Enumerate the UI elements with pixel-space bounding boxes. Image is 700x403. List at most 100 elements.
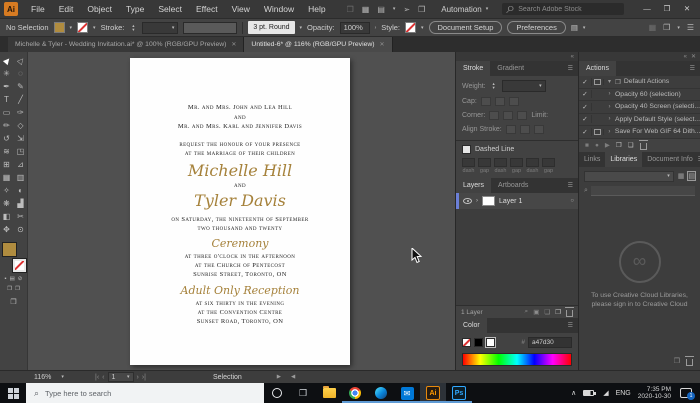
zoom-tool[interactable]: ⊙ (14, 223, 28, 236)
new-set-icon[interactable]: ❐ (616, 141, 622, 149)
illustrator-taskbar-button[interactable]: Ai (420, 383, 446, 403)
stock-icon[interactable]: ❒ (347, 5, 354, 14)
battery-icon[interactable] (583, 390, 597, 396)
invitation-reception-line1[interactable]: at six thirty in the evening (130, 300, 350, 308)
close-button[interactable]: ✕ (678, 1, 696, 17)
type-tool[interactable]: T (0, 93, 14, 106)
start-button[interactable] (0, 383, 26, 403)
white-swatch[interactable] (485, 337, 496, 348)
stepper-down-icon[interactable]: ▾ (492, 85, 494, 90)
delete-layer-icon[interactable] (565, 307, 574, 317)
action-row-apply-default-style[interactable]: ✓ › Apply Default Style (select... (579, 114, 700, 126)
menu-file[interactable]: File (24, 0, 52, 18)
list-view-icon[interactable]: ▤ (687, 171, 696, 181)
tab-document-info[interactable]: Document Info (642, 152, 698, 167)
tab-layers[interactable]: Layers (456, 178, 492, 193)
dialog-toggle-icon[interactable] (593, 128, 601, 135)
tab-actions[interactable]: Actions (579, 61, 616, 76)
expand-layer-icon[interactable]: › (476, 198, 478, 204)
begin-recording-icon[interactable]: ● (595, 142, 599, 149)
action-row-opacity-40[interactable]: ✓ › Opacity 40 Screen (selecti... (579, 101, 700, 114)
layout-chevron-icon[interactable]: ▾ (393, 6, 396, 12)
black-swatch[interactable] (474, 338, 483, 347)
panel-menu-icon[interactable]: ☰ (568, 318, 578, 333)
invitation-reception-title[interactable]: Adult Only Reception (130, 284, 350, 297)
clipping-mask-icon[interactable]: ▣ (533, 308, 539, 316)
layer-row-layer1[interactable]: › Layer 1 ○ (456, 193, 578, 209)
next-artboard-icon[interactable]: › (137, 374, 139, 381)
brush-chevron-icon[interactable]: ▾ (300, 25, 303, 31)
grid-view-icon[interactable]: ▦ (649, 23, 657, 32)
weight-chevron-icon[interactable]: ▾ (172, 25, 175, 31)
taskbar-clock[interactable]: 7:35 PM 2020-10-30 (638, 386, 671, 400)
invitation-request1[interactable]: request the honour of your presence (130, 141, 350, 149)
edge-button[interactable] (368, 383, 394, 403)
gap-input-3[interactable] (542, 158, 555, 167)
action-row-default-actions[interactable]: ✓ ▾ ❐ Default Actions (579, 76, 700, 89)
menu-view[interactable]: View (225, 0, 257, 18)
fill-chevron-icon[interactable]: ▾ (70, 25, 73, 31)
restore-button[interactable]: ❒ (658, 1, 676, 17)
toggle-item-check-icon[interactable]: ✓ (579, 127, 592, 136)
round-join-button[interactable] (503, 111, 514, 120)
action-name[interactable]: Opacity 40 Screen (selecti... (615, 103, 700, 110)
stepper-down-icon[interactable]: ▾ (132, 27, 134, 32)
artboard-tool[interactable]: ◧ (0, 210, 14, 223)
opacity-chevron-icon[interactable]: › (375, 25, 377, 31)
toggle-item-check-icon[interactable]: ✓ (579, 90, 592, 99)
zoom-chevron-icon[interactable]: ▾ (61, 374, 64, 380)
dash-input-2[interactable] (494, 158, 507, 167)
toggle-item-check-icon[interactable]: ✓ (579, 77, 592, 86)
tab-libraries[interactable]: Libraries (605, 151, 643, 167)
mail-button[interactable]: ✉ (394, 383, 420, 403)
opacity-field[interactable]: 100% (339, 21, 370, 34)
expand-icon[interactable]: › (604, 116, 615, 122)
pencil-tool[interactable]: ✏ (0, 119, 14, 132)
weight-chevron-icon[interactable]: ▾ (539, 83, 542, 89)
hex-value-field[interactable]: a47d30 (528, 337, 572, 348)
canvas[interactable]: Mr. and Mrs. John and Lea Hill and Mr. a… (28, 52, 455, 370)
tab-stroke[interactable]: Stroke (456, 61, 491, 76)
expand-icon[interactable]: › (604, 129, 615, 135)
fill-stroke-indicator[interactable] (1, 242, 27, 273)
tray-expand-icon[interactable]: ∧ (571, 389, 576, 397)
workspace-panel-icon[interactable]: ☰ (687, 23, 694, 32)
delete-library-item-icon[interactable] (685, 356, 694, 366)
cortana-button[interactable] (264, 383, 290, 403)
invitation-date2[interactable]: two thousand and twenty (130, 225, 350, 233)
invitation-parents1[interactable]: Mr. and Mrs. John and Lea Hill (130, 104, 350, 112)
menu-window[interactable]: Window (257, 0, 301, 18)
visibility-eye-icon[interactable] (463, 198, 472, 204)
file-explorer-button[interactable] (316, 383, 342, 403)
stop-playing-icon[interactable]: ■ (585, 142, 589, 149)
layer-name[interactable]: Layer 1 (499, 198, 522, 205)
column-graph-tool[interactable]: ▟ (14, 197, 28, 210)
close-tab-icon[interactable]: ✕ (380, 41, 385, 48)
target-circle-icon[interactable]: ○ (570, 198, 574, 204)
perspective-grid-tool[interactable]: ⊿ (14, 158, 28, 171)
invitation-ceremony-title[interactable]: Ceremony (130, 237, 350, 250)
invitation-date1[interactable]: on Saturday, the nineteenth of September (130, 216, 350, 224)
fill-color-swatch[interactable] (53, 22, 65, 33)
free-transform-tool[interactable]: ◳ (14, 145, 28, 158)
tab-links[interactable]: Links (579, 152, 605, 167)
chrome-button[interactable] (342, 383, 368, 403)
collapse-dock-icon[interactable]: « (684, 54, 687, 60)
invitation-ceremony-line1[interactable]: at three o'clock in the afternoon (130, 253, 350, 261)
slice-tool[interactable]: ✂ (14, 210, 28, 223)
arrange-documents-icon[interactable]: ▦ (362, 5, 370, 14)
taskbar-search-input[interactable] (45, 388, 256, 398)
text-options-icon[interactable]: ▤ (571, 23, 578, 32)
gap-input-2[interactable] (510, 158, 523, 167)
gradient-mode-icon[interactable]: ▤ (10, 276, 15, 282)
dashed-line-checkbox[interactable] (462, 145, 471, 154)
sync-status-icon[interactable]: ❒ (674, 357, 680, 365)
tab-untitled-6[interactable]: Untitled-6* @ 116% (RGB/GPU Preview) ✕ (244, 37, 393, 52)
minimize-button[interactable]: — (638, 1, 656, 17)
arrangement-chevron-icon[interactable]: ▾ (677, 25, 680, 31)
invitation-reception-line3[interactable]: Sunset Road, Toronto, ON (130, 318, 350, 326)
align-center-button[interactable] (505, 125, 516, 134)
close-tab-icon[interactable]: ✕ (231, 41, 236, 48)
last-artboard-icon[interactable]: ›| (142, 374, 146, 381)
stroke-chevron-icon[interactable]: ▾ (93, 25, 96, 31)
